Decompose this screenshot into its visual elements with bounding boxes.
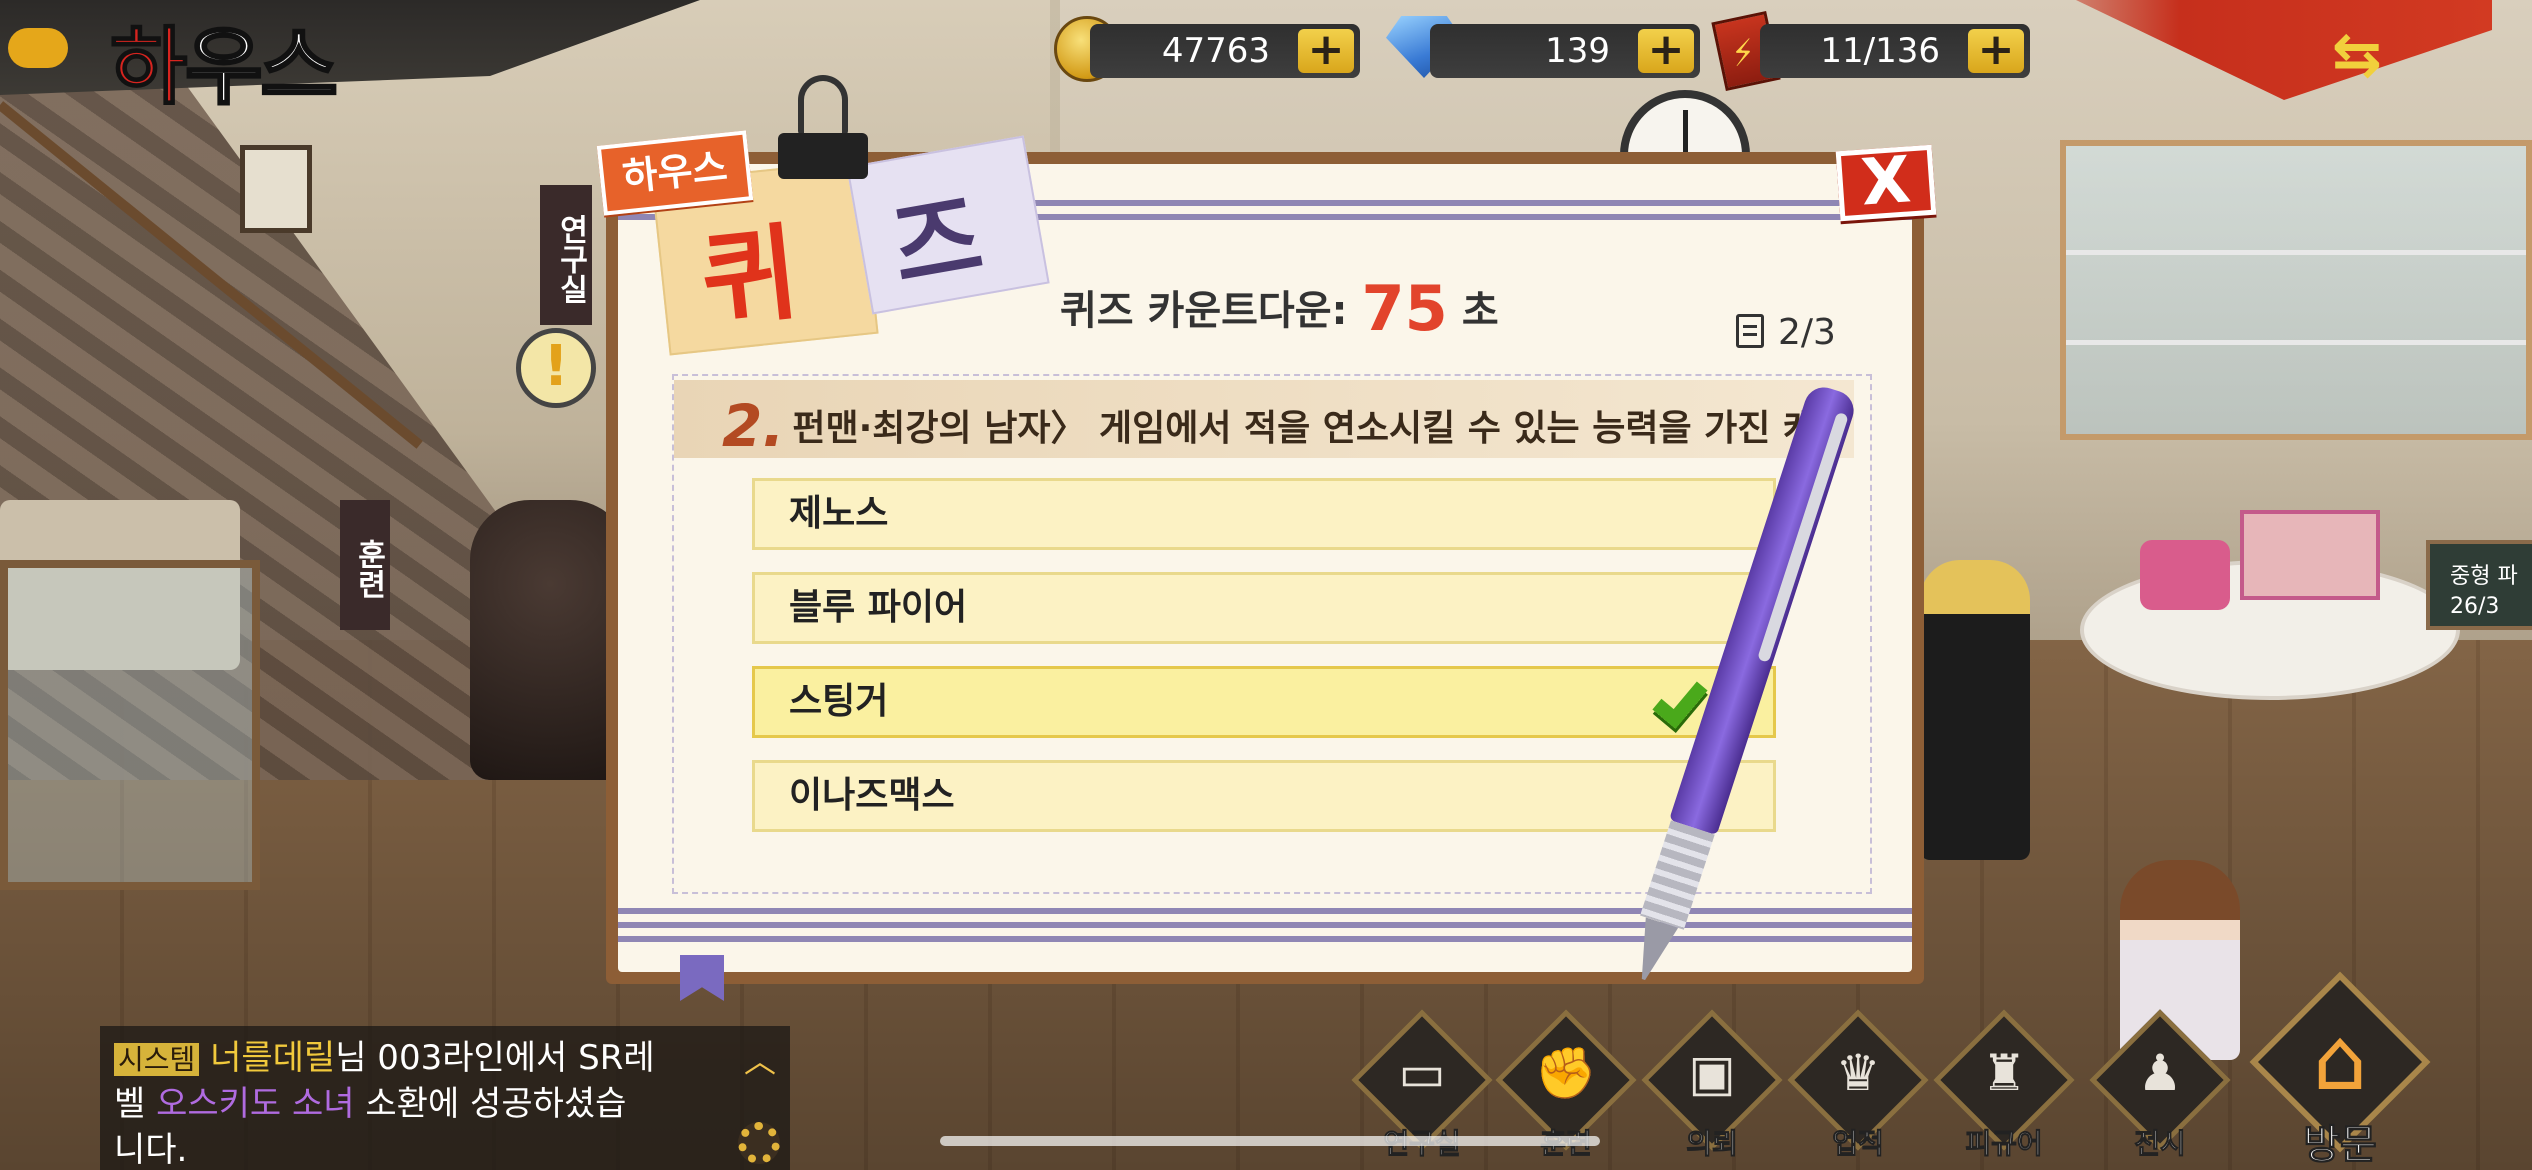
close-button[interactable]: X xyxy=(1835,143,1937,222)
question-body: 펀맨·최강의 남자〉 게임에서 적을 연소시킬 수 있는 능력을 가진 캐 xyxy=(792,408,1816,449)
answer-option-4[interactable]: 이나즈맥스 xyxy=(752,760,1776,832)
menu-training-button[interactable]: ✊ 훈련 xyxy=(1495,1009,1637,1170)
quiz-title-char: 퀴 xyxy=(695,211,804,343)
document-icon xyxy=(1736,314,1764,348)
fist-icon: ✊ xyxy=(1534,1044,1598,1102)
chat-item-name: 오스키도 소녀 xyxy=(156,1084,355,1124)
menu-label: 피규어 xyxy=(1965,1127,2043,1161)
laptop-icon: ▭ xyxy=(1398,1044,1446,1102)
binder-clip-loop xyxy=(798,75,848,135)
person-icon: ♟ xyxy=(2137,1044,2183,1102)
coin-counter: 47763 + xyxy=(1090,24,1360,78)
question-number: 2. xyxy=(722,392,785,454)
chat-text: 님 003라인에서 SR레 xyxy=(335,1038,655,1078)
add-coins-button[interactable]: + xyxy=(1298,28,1354,73)
swap-arrows-icon[interactable]: ⇆ xyxy=(2332,20,2382,90)
quiz-title-card: 즈 xyxy=(846,135,1050,315)
gift-box-icon xyxy=(2140,540,2230,610)
quiz-countdown: 퀴즈 카운트다운: 75 초 xyxy=(1060,266,1499,345)
progress-value: 2/3 xyxy=(1778,312,1836,353)
chevron-up-icon[interactable]: ︿ xyxy=(744,1036,776,1082)
system-badge: 시스템 xyxy=(114,1043,200,1076)
question-progress: 2/3 xyxy=(1736,310,1836,353)
gem-value: 139 xyxy=(1545,31,1610,71)
alert-icon[interactable]: ! xyxy=(516,328,596,408)
shelf-divider xyxy=(2066,340,2526,345)
shelf-divider xyxy=(2066,250,2526,255)
menu-label: 업적 xyxy=(1832,1127,1885,1161)
ticket-value: 11/136 xyxy=(1820,31,1940,71)
lab-room-banner[interactable]: 연구실 xyxy=(540,185,592,325)
menu-lab-button[interactable]: ▭ 연구실 xyxy=(1351,1009,1493,1170)
gear-icon[interactable] xyxy=(738,1122,780,1164)
gem-counter: 139 + xyxy=(1430,24,1700,78)
countdown-label: 퀴즈 카운트다운: xyxy=(1060,288,1348,334)
quiz-title-char: 즈 xyxy=(883,179,991,305)
training-room-banner[interactable]: 훈련 xyxy=(340,500,390,630)
question-text: 2. 펀맨·최강의 남자〉 게임에서 적을 연소시킬 수 있는 능력을 가진 캐 xyxy=(722,386,1852,454)
chat-player-name: 너를데릴 xyxy=(210,1038,336,1078)
figure-icon: ♜ xyxy=(1981,1044,2027,1102)
panel-stripe xyxy=(618,936,1912,942)
menu-label: 의뢰 xyxy=(1686,1127,1739,1161)
panel-stripe xyxy=(618,908,1912,914)
ticket-counter: 11/136 + xyxy=(1760,24,2030,78)
menu-request-button[interactable]: ▣ 의뢰 xyxy=(1641,1009,1783,1170)
menu-display-button[interactable]: ♟ 전시 xyxy=(2089,1009,2231,1170)
binder-clip-base xyxy=(778,133,868,179)
chat-text: 소환에 성공하셨습 xyxy=(354,1084,627,1124)
page-title-part1: 하 xyxy=(109,17,188,117)
answer-option-2[interactable]: 블루 파이어 xyxy=(752,572,1776,644)
countdown-value: 75 xyxy=(1361,272,1448,345)
panel-stripe xyxy=(618,922,1912,928)
add-tickets-button[interactable]: + xyxy=(1968,28,2024,73)
coin-value: 47763 xyxy=(1161,31,1270,71)
character-genos-figure[interactable] xyxy=(1920,560,2030,860)
home-indicator[interactable] xyxy=(940,1136,1600,1146)
answer-label: 이나즈맥스 xyxy=(789,775,955,816)
visit-button[interactable]: ⌂ 방문 xyxy=(2248,971,2432,1170)
answer-label: 제노스 xyxy=(789,493,889,534)
room-sign-count: 26/3 xyxy=(2450,594,2500,619)
binder-clip-icon xyxy=(778,75,868,185)
back-button[interactable] xyxy=(8,28,68,68)
wall-picture xyxy=(240,145,312,233)
glass-railing xyxy=(0,560,260,890)
chat-line: 니다. xyxy=(114,1130,188,1170)
page-title-part2: 우스 xyxy=(184,17,340,118)
answer-option-3[interactable]: 스팅거 xyxy=(752,666,1776,738)
answer-option-1[interactable]: 제노스 xyxy=(752,478,1776,550)
countdown-unit: 초 xyxy=(1461,288,1499,334)
monitor-icon: ▣ xyxy=(1688,1044,1736,1102)
answer-label: 스팅거 xyxy=(789,681,889,722)
room-sign-right[interactable]: 중형 파 26/3 xyxy=(2426,540,2532,630)
visit-label: 방문 xyxy=(2303,1122,2378,1169)
page-title: 하우스 xyxy=(109,0,340,121)
trophy-icon: ♛ xyxy=(1835,1044,1881,1102)
chat-text: 벨 xyxy=(114,1084,157,1124)
answer-label: 블루 파이어 xyxy=(789,587,968,628)
chat-line: 벨 오스키도 소녀 소환에 성공하셨습 xyxy=(114,1076,626,1125)
room-sign-label: 중형 파 xyxy=(2450,564,2518,589)
gift-box-icon xyxy=(2240,510,2380,600)
system-chat-box[interactable]: 시스템 너를데릴님 003라인에서 SR레 벨 오스키도 소녀 소환에 성공하셨… xyxy=(100,1026,790,1170)
menu-achievement-button[interactable]: ♛ 업적 xyxy=(1787,1009,1929,1170)
menu-label: 전시 xyxy=(2134,1127,2187,1161)
house-icon: ⌂ xyxy=(2312,1010,2368,1110)
add-gems-button[interactable]: + xyxy=(1638,28,1694,73)
menu-figure-button[interactable]: ♜ 피규어 xyxy=(1933,1009,2075,1170)
chat-line: 시스템 너를데릴님 003라인에서 SR레 xyxy=(114,1030,655,1079)
figure-display-shelf[interactable] xyxy=(2060,140,2532,440)
